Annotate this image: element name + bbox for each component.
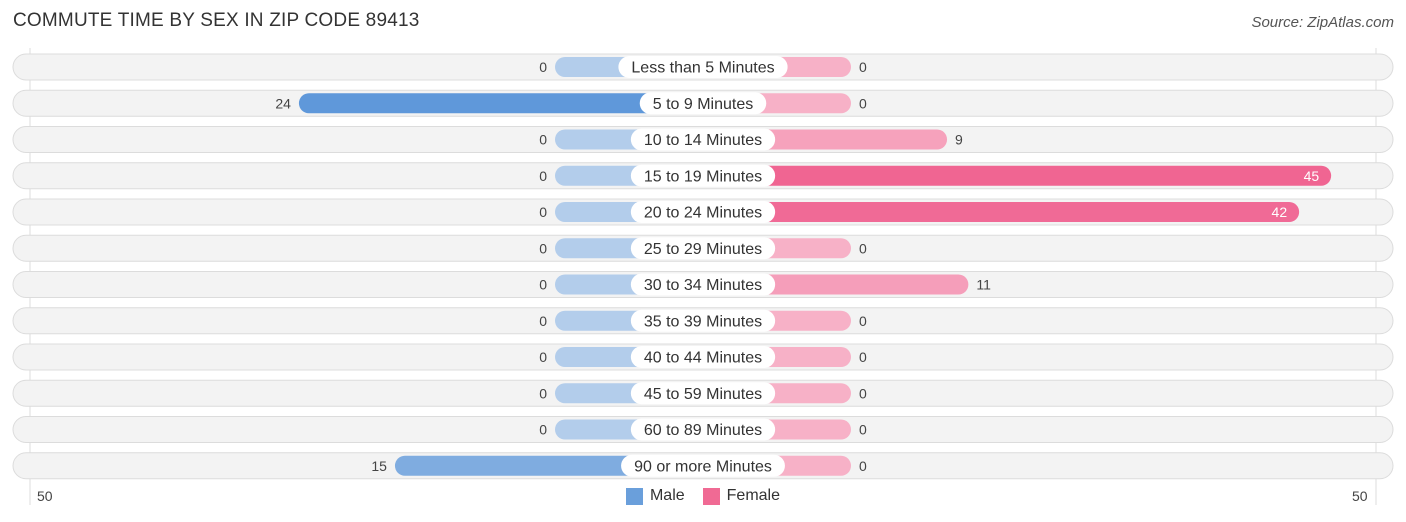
category-label: 45 to 59 Minutes [644, 386, 762, 403]
legend-label-male: Male [649, 487, 685, 504]
value-label-male: 0 [539, 168, 547, 184]
value-label-male: 0 [539, 277, 547, 293]
category-label: Less than 5 Minutes [631, 60, 774, 77]
value-label-male: 0 [539, 132, 547, 148]
value-label-female: 0 [859, 59, 867, 75]
legend-swatch-male [625, 487, 643, 505]
category-label: 40 to 44 Minutes [644, 350, 762, 367]
value-label-male: 0 [539, 385, 547, 401]
value-label-female: 0 [859, 95, 867, 111]
category-label: 35 to 39 Minutes [644, 313, 762, 330]
category-label: 90 or more Minutes [634, 458, 772, 475]
category-label: 20 to 24 Minutes [644, 205, 762, 222]
category-label: 30 to 34 Minutes [644, 277, 762, 294]
chart-canvas: 0 0 Less than 5 Minutes 24 0 5 to 9 Minutes 0 9… [12, 48, 1394, 505]
legend-item-female[interactable]: Female [702, 487, 781, 505]
value-label-female: 0 [859, 349, 867, 365]
value-label-male: 0 [539, 349, 547, 365]
value-label-female: 0 [859, 313, 867, 329]
value-label-male: 0 [539, 422, 547, 438]
bar-female [703, 202, 1300, 222]
category-label: 15 to 19 Minutes [644, 168, 762, 185]
value-label-female: 9 [955, 132, 963, 148]
legend: Male Female [0, 487, 1406, 505]
value-label-male: 0 [539, 313, 547, 329]
value-label-male: 24 [275, 95, 291, 111]
value-label-female: 11 [976, 277, 991, 293]
value-label-male: 0 [539, 240, 547, 256]
value-label-male: 15 [371, 458, 387, 474]
value-label-male: 0 [539, 204, 547, 220]
legend-label-female: Female [726, 487, 781, 504]
value-label-female: 45 [1304, 168, 1320, 184]
value-label-male: 0 [539, 59, 547, 75]
value-label-female: 42 [1272, 204, 1288, 220]
bar-female [703, 165, 1332, 186]
legend-swatch-female [702, 487, 720, 505]
value-label-female: 0 [859, 422, 867, 438]
category-label: 5 to 9 Minutes [653, 96, 754, 113]
category-label: 25 to 29 Minutes [644, 241, 762, 258]
value-label-female: 0 [859, 458, 867, 474]
legend-item-male[interactable]: Male [625, 487, 685, 505]
category-label: 60 to 89 Minutes [644, 422, 762, 439]
value-label-female: 0 [859, 385, 867, 401]
category-label: 10 to 14 Minutes [644, 132, 762, 149]
value-label-female: 0 [859, 240, 867, 256]
